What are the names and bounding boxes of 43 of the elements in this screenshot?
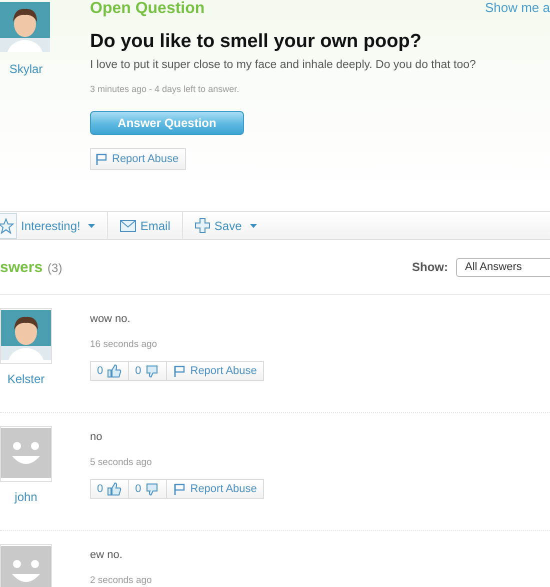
question-meta: 3 minutes ago - 4 days left to answer. xyxy=(90,84,240,95)
user-link[interactable]: john xyxy=(14,490,38,504)
answers-heading: swers xyxy=(0,258,43,276)
report-abuse-button[interactable]: Report Abuse xyxy=(166,361,264,381)
avatar-icon xyxy=(1,310,51,360)
star-icon xyxy=(0,212,17,238)
plus-icon xyxy=(195,218,210,233)
answer-time: 16 seconds ago xyxy=(90,339,158,350)
question-details: I love to put it super close to my face and inhale deeply. Do you do that too? xyxy=(90,58,477,72)
thumbs-up-icon xyxy=(106,363,122,379)
answer-text: wow no. xyxy=(90,313,132,326)
filter-dropdown[interactable]: All Answers xyxy=(456,258,550,276)
show-label: Show: xyxy=(412,260,448,274)
thumbs-up-button[interactable]: 0 xyxy=(90,361,128,381)
flag-icon xyxy=(173,364,186,378)
toolbar-email-button[interactable]: Email xyxy=(108,212,184,239)
report-abuse-button[interactable]: Report Abuse xyxy=(166,479,264,499)
answer-time: 2 seconds ago xyxy=(90,575,152,586)
answer-time: 5 seconds ago xyxy=(90,457,153,468)
thumbs-up-button[interactable]: 0 xyxy=(90,479,128,499)
toolbar-interesting-button[interactable]: Interesting! xyxy=(0,212,108,239)
flag-icon xyxy=(95,152,108,166)
toolbar-save-button[interactable]: Save xyxy=(183,212,269,239)
answer-text: ew no. xyxy=(90,549,124,562)
thumbs-down-icon xyxy=(144,481,160,497)
thumbs-up-icon xyxy=(106,481,122,497)
user-link[interactable]: Kelster xyxy=(7,372,45,386)
thumbs-down-button[interactable]: 0 xyxy=(128,479,166,499)
answer-count: (3) xyxy=(48,260,62,274)
avatar-icon xyxy=(0,2,50,52)
smiley-avatar-icon xyxy=(1,428,51,478)
smiley-avatar-icon xyxy=(1,546,51,587)
user-link[interactable]: Skylar xyxy=(9,62,43,76)
question-status: Open Question xyxy=(90,0,205,17)
answer-question-button[interactable]: Answer Question xyxy=(90,111,244,135)
report-abuse-button[interactable]: Report Abuse xyxy=(90,148,186,170)
flag-icon xyxy=(173,482,186,496)
show-me-link[interactable]: Show me a xyxy=(484,0,550,15)
envelope-icon xyxy=(120,220,136,232)
thumbs-down-icon xyxy=(144,363,160,379)
thumbs-down-button[interactable]: 0 xyxy=(128,361,166,381)
question-title: Do you like to smell your own poop? xyxy=(90,31,422,53)
answer-text: no xyxy=(90,431,104,444)
